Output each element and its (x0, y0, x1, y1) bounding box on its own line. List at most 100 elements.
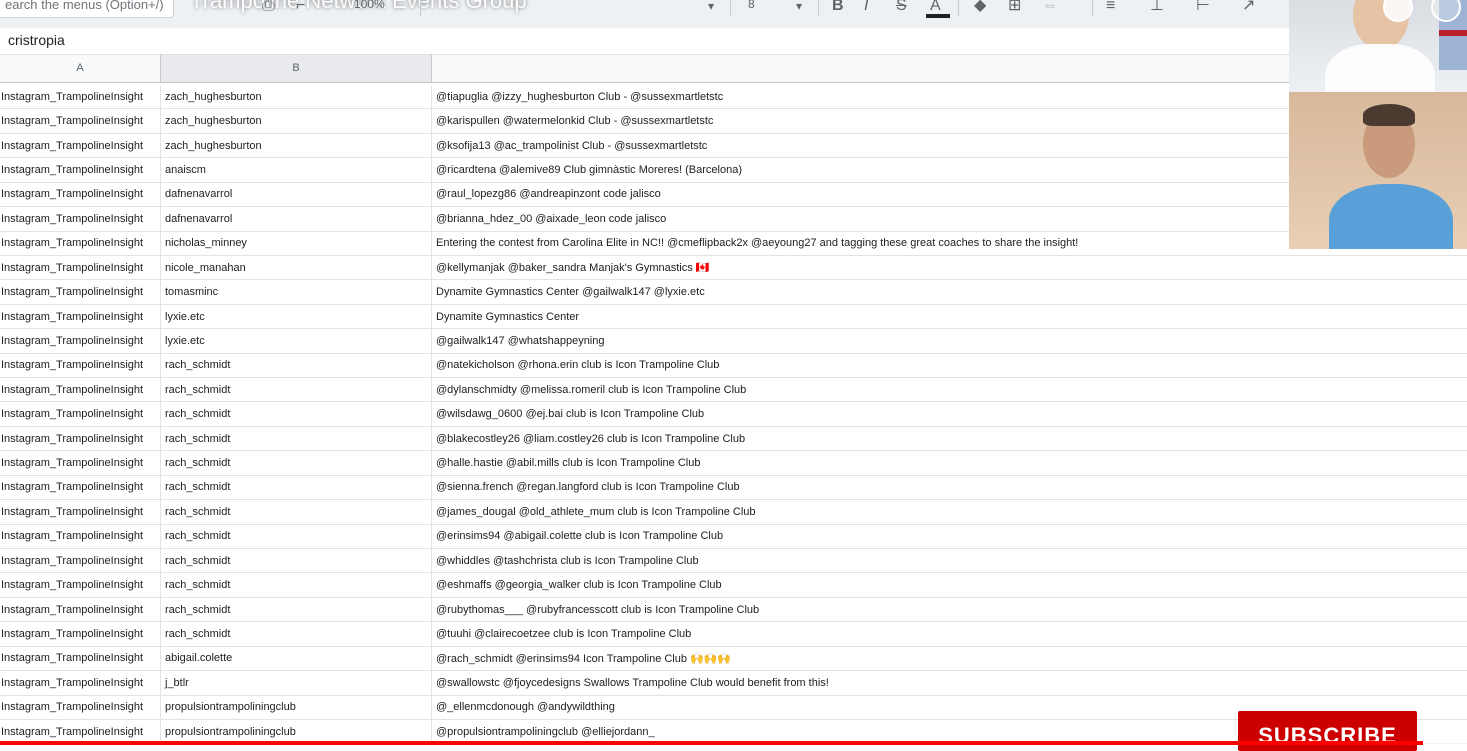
cell-b[interactable]: rach_schmidt (161, 451, 432, 475)
cell-b[interactable]: dafnenavarrol (161, 182, 432, 207)
cell-b[interactable]: lyxie.etc (161, 304, 432, 329)
cell-a[interactable]: Instagram_TrampolineInsight (0, 182, 161, 207)
cell-b[interactable]: rach_schmidt (161, 549, 432, 573)
cell-b[interactable]: rach_schmidt (161, 353, 432, 378)
cell-b[interactable]: nicholas_minney (161, 231, 432, 255)
cell-a[interactable]: Instagram_TrampolineInsight (0, 255, 161, 280)
cell-a[interactable]: Instagram_TrampolineInsight (0, 451, 161, 475)
menu-search-input[interactable]: earch the menus (Option+/) (0, 0, 174, 18)
cell-b[interactable]: nicole_manahan (161, 255, 432, 280)
zoom-select[interactable]: 100% (354, 0, 385, 14)
text-color-swatch (926, 14, 950, 18)
cell-b[interactable]: rach_schmidt (161, 622, 432, 646)
cell-a[interactable]: Instagram_TrampolineInsight (0, 719, 161, 744)
formula-bar[interactable]: cristropia (0, 28, 1290, 55)
cell-b[interactable]: rach_schmidt (161, 402, 432, 426)
column-header-b[interactable]: B (161, 55, 432, 82)
cell-a[interactable]: Instagram_TrampolineInsight (0, 500, 161, 524)
cell-a[interactable]: Instagram_TrampolineInsight (0, 622, 161, 646)
cell-a[interactable]: Instagram_TrampolineInsight (0, 280, 161, 304)
subscribe-button[interactable]: SUBSCRIBE (1238, 711, 1417, 751)
valign-icon[interactable]: ⊥ (1150, 0, 1164, 16)
cell-a[interactable]: Instagram_TrampolineInsight (0, 475, 161, 500)
font-size-select[interactable]: 8 (748, 0, 755, 14)
cell-b[interactable]: dafnenavarrol (161, 207, 432, 231)
format-paint-icon[interactable]: ⌐ (296, 0, 305, 16)
cell-b[interactable]: rach_schmidt (161, 500, 432, 524)
wrap-icon[interactable]: ⊢ (1196, 0, 1210, 16)
cell-c[interactable]: @rach_schmidt @erinsims94 Icon Trampolin… (432, 647, 1467, 670)
cell-b[interactable]: rach_schmidt (161, 573, 432, 597)
cell-a[interactable]: Instagram_TrampolineInsight (0, 353, 161, 378)
cell-a[interactable]: Instagram_TrampolineInsight (0, 671, 161, 695)
cell-c[interactable]: @sienna.french @regan.langford club is I… (432, 476, 1467, 499)
cell-b[interactable]: anaiscm (161, 158, 432, 182)
bold-icon[interactable]: B (832, 0, 844, 16)
cell-c[interactable]: @tuuhi @clairecoetzee club is Icon Tramp… (432, 622, 1467, 645)
cell-b[interactable]: tomasminc (161, 280, 432, 304)
cell-a[interactable]: Instagram_TrampolineInsight (0, 109, 161, 133)
cell-a[interactable]: Instagram_TrampolineInsight (0, 329, 161, 353)
cell-c[interactable]: @kellymanjak @baker_sandra Manjak's Gymn… (432, 256, 1467, 279)
cell-b[interactable]: j_btlr (161, 671, 432, 695)
cell-b[interactable]: zach_hughesburton (161, 85, 432, 109)
cell-c[interactable]: @james_dougal @old_athlete_mum club is I… (432, 500, 1467, 523)
column-headers: A B (0, 55, 1467, 83)
cell-a[interactable]: Instagram_TrampolineInsight (0, 158, 161, 182)
strikethrough-icon[interactable]: S (896, 0, 907, 16)
cell-a[interactable]: Instagram_TrampolineInsight (0, 695, 161, 719)
cell-a[interactable]: Instagram_TrampolineInsight (0, 646, 161, 671)
cell-c[interactable]: Dynamite Gymnastics Center (432, 305, 1467, 328)
cell-a[interactable]: Instagram_TrampolineInsight (0, 231, 161, 255)
cell-b[interactable]: abigail.colette (161, 646, 432, 671)
rotate-icon[interactable]: ↗ (1242, 0, 1255, 16)
cell-c[interactable]: @erinsims94 @abigail.colette club is Ico… (432, 525, 1467, 548)
cell-a[interactable]: Instagram_TrampolineInsight (0, 378, 161, 402)
video-progress-track[interactable] (0, 741, 1467, 745)
font-size-chevron-icon[interactable]: ▾ (796, 0, 802, 16)
borders-icon[interactable]: ⊞ (1008, 0, 1021, 16)
merge-icon[interactable]: ⇔ (1042, 0, 1058, 16)
fill-color-icon[interactable]: ◆ (974, 0, 986, 16)
cell-c[interactable]: @swallowstc @fjoycedesigns Swallows Tram… (432, 671, 1467, 694)
cell-c[interactable]: Dynamite Gymnastics Center @gailwalk147 … (432, 280, 1467, 303)
cell-a[interactable]: Instagram_TrampolineInsight (0, 597, 161, 622)
cell-c[interactable]: @blakecostley26 @liam.costley26 club is … (432, 427, 1467, 450)
cell-a[interactable]: Instagram_TrampolineInsight (0, 524, 161, 549)
cell-c[interactable]: @gailwalk147 @whatshappeyning (432, 329, 1467, 352)
cell-a[interactable]: Instagram_TrampolineInsight (0, 207, 161, 231)
cell-a[interactable]: Instagram_TrampolineInsight (0, 402, 161, 426)
cell-a[interactable]: Instagram_TrampolineInsight (0, 85, 161, 109)
table-row: Instagram_TrampolineInsight nicole_manaha… (0, 255, 1467, 281)
align-icon[interactable]: ≡ (1106, 0, 1115, 16)
cell-b[interactable]: rach_schmidt (161, 475, 432, 500)
font-dropdown-chevron-icon[interactable]: ▾ (708, 0, 714, 16)
cell-b[interactable]: zach_hughesburton (161, 109, 432, 133)
guest-hair (1363, 104, 1415, 126)
cell-b[interactable]: zach_hughesburton (161, 133, 432, 158)
cell-b[interactable]: rach_schmidt (161, 426, 432, 451)
column-header-a[interactable]: A (0, 55, 161, 82)
table-row: Instagram_TrampolineInsight rach_schmidt @… (0, 451, 1467, 476)
cell-c[interactable]: @wilsdawg_0600 @ej.bai club is Icon Tram… (432, 402, 1467, 425)
cell-c[interactable]: @rubythomas___ @rubyfrancesscott club is… (432, 598, 1467, 621)
cell-a[interactable]: Instagram_TrampolineInsight (0, 133, 161, 158)
cell-c[interactable]: @whiddles @tashchrista club is Icon Tram… (432, 549, 1467, 572)
cell-c[interactable]: @dylanschmidty @melissa.romeril club is … (432, 378, 1467, 401)
cell-b[interactable]: propulsiontrampoliningclub (161, 695, 432, 719)
italic-icon[interactable]: I (864, 0, 868, 16)
cell-c[interactable]: @natekicholson @rhona.erin club is Icon … (432, 354, 1467, 377)
cell-b[interactable]: rach_schmidt (161, 378, 432, 402)
cell-a[interactable]: Instagram_TrampolineInsight (0, 304, 161, 329)
cell-c[interactable]: @eshmaffs @georgia_walker club is Icon T… (432, 573, 1467, 596)
cell-b[interactable]: propulsiontrampoliningclub (161, 719, 432, 744)
cell-a[interactable]: Instagram_TrampolineInsight (0, 549, 161, 573)
cell-b[interactable]: rach_schmidt (161, 597, 432, 622)
cell-c[interactable]: @halle.hastie @abil.mills club is Icon T… (432, 451, 1467, 474)
cell-a[interactable]: Instagram_TrampolineInsight (0, 426, 161, 451)
cell-b[interactable]: lyxie.etc (161, 329, 432, 353)
cell-a[interactable]: Instagram_TrampolineInsight (0, 573, 161, 597)
cell-b[interactable]: rach_schmidt (161, 524, 432, 549)
print-icon[interactable]: ⎙ (262, 0, 275, 16)
presenter-shirt (1325, 44, 1435, 92)
